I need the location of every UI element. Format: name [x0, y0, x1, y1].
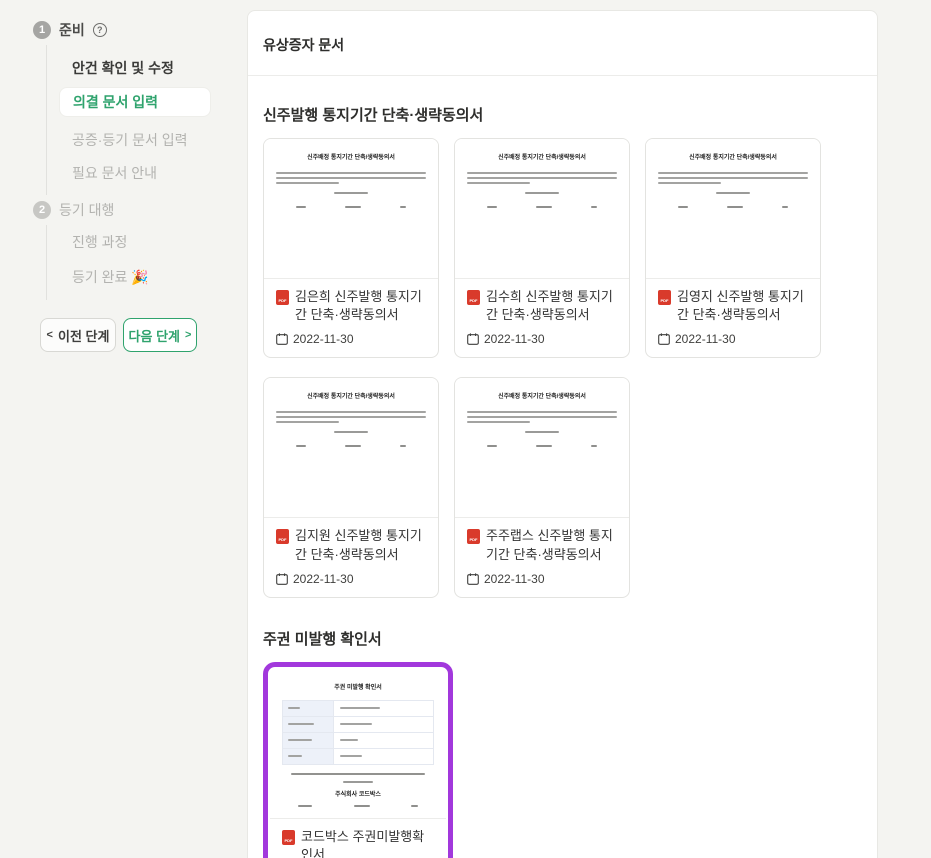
document-card-highlighted[interactable]: 주권 미발행 확인서 주식회사 코드박스 PDF 코드박스	[270, 669, 446, 858]
document-title: 주주랩스 신주발행 통지기간 단축·생략동의서	[486, 527, 617, 563]
step-2-header: 2 등기 대행	[33, 200, 114, 220]
preview-title: 신주배정 통지기간 단축/생략동의서	[276, 391, 426, 400]
step-2-label: 등기 대행	[59, 200, 114, 220]
document-preview: 신주배정 통지기간 단축/생략동의서	[455, 378, 629, 518]
page-title: 유상증자 문서	[263, 35, 862, 55]
document-card[interactable]: 신주배정 통지기간 단축/생략동의서 PDF 주주랩스 신주발행 통지기간 단축…	[454, 377, 630, 597]
chevron-right-icon: >	[185, 329, 191, 341]
calendar-icon	[276, 333, 288, 345]
card-footer: PDF 김지원 신주발행 통지기간 단축·생략동의서 2022-11-30	[264, 518, 438, 596]
calendar-icon	[467, 573, 479, 585]
preview-title: 신주배정 통지기간 단축/생략동의서	[467, 391, 617, 400]
highlighted-card-outline: 주권 미발행 확인서 주식회사 코드박스 PDF 코드박스	[263, 662, 453, 858]
sidebar-item-registration-complete[interactable]: 등기 완료 🎉	[72, 267, 149, 287]
card-footer: PDF 김은희 신주발행 통지기간 단축·생략동의서 2022-11-30	[264, 279, 438, 357]
card-footer: PDF 김영지 신주발행 통지기간 단축·생략동의서 2022-11-30	[646, 279, 820, 357]
step-connector-line	[46, 45, 47, 195]
sidebar-item-notary-docs[interactable]: 공증·등기 문서 입력	[72, 130, 187, 150]
step-1-number-badge: 1	[33, 21, 51, 39]
next-step-button[interactable]: 다음 단계 >	[123, 318, 197, 352]
panel-header: 유상증자 문서	[248, 11, 877, 76]
document-card[interactable]: 신주배정 통지기간 단축/생략동의서 PDF 김영지 신주발행 통지기간 단축·…	[645, 138, 821, 358]
document-date: 2022-11-30	[293, 332, 354, 346]
pdf-file-icon: PDF	[467, 290, 480, 305]
document-title: 김수희 신주발행 통지기간 단축·생략동의서	[486, 288, 617, 324]
section-heading-consent-docs: 신주발행 통지기간 단축·생략동의서	[263, 104, 862, 125]
calendar-icon	[276, 573, 288, 585]
document-title: 김은희 신주발행 통지기간 단축·생략동의서	[295, 288, 426, 324]
sidebar-item-label: 의결 문서 입력	[73, 92, 158, 112]
sidebar: 1 준비 ? 안건 확인 및 수정 의결 문서 입력 공증·등기 문서 입력 필…	[0, 0, 240, 858]
document-title: 김영지 신주발행 통지기간 단축·생략동의서	[677, 288, 808, 324]
preview-title: 신주배정 통지기간 단축/생략동의서	[658, 152, 808, 161]
document-date: 2022-11-30	[293, 572, 354, 586]
preview-title: 신주배정 통지기간 단축/생략동의서	[467, 152, 617, 161]
previous-step-label: 이전 단계	[58, 326, 109, 345]
section-heading-no-share-certificate: 주권 미발행 확인서	[263, 628, 862, 649]
sidebar-item-progress[interactable]: 진행 과정	[72, 232, 127, 252]
step-2-number-badge: 2	[33, 201, 51, 219]
document-date: 2022-11-30	[484, 572, 545, 586]
document-title: 김지원 신주발행 통지기간 단축·생략동의서	[295, 527, 426, 563]
help-icon[interactable]: ?	[93, 23, 107, 37]
card-footer: PDF 김수희 신주발행 통지기간 단축·생략동의서 2022-11-30	[455, 279, 629, 357]
next-step-label: 다음 단계	[129, 326, 180, 345]
pdf-file-icon: PDF	[658, 290, 671, 305]
step-1-header: 1 준비 ?	[33, 20, 107, 40]
main-panel: 유상증자 문서 신주발행 통지기간 단축·생략동의서 신주배정 통지기간 단축/…	[247, 10, 878, 858]
step-connector-line	[46, 225, 47, 300]
calendar-icon	[467, 333, 479, 345]
document-card[interactable]: 신주배정 통지기간 단축/생략동의서 PDF 김수희 신주발행 통지기간 단축·…	[454, 138, 630, 358]
document-date: 2022-11-30	[675, 332, 736, 346]
document-preview: 신주배정 통지기간 단축/생략동의서	[264, 378, 438, 518]
document-date: 2022-11-30	[484, 332, 545, 346]
step-1-label: 준비	[59, 20, 85, 40]
chevron-left-icon: <	[47, 329, 53, 341]
document-preview: 주권 미발행 확인서 주식회사 코드박스	[270, 669, 446, 819]
previous-step-button[interactable]: < 이전 단계	[40, 318, 116, 352]
pdf-file-icon: PDF	[276, 290, 289, 305]
document-title: 코드박스 주권미발행확인서	[301, 828, 434, 858]
card-footer: PDF 코드박스 주권미발행확인서 2022-12-02	[270, 819, 446, 858]
sidebar-item-agenda-check[interactable]: 안건 확인 및 수정	[72, 58, 174, 78]
preview-title: 주권 미발행 확인서	[282, 682, 434, 691]
document-preview: 신주배정 통지기간 단축/생략동의서	[646, 139, 820, 279]
pdf-file-icon: PDF	[467, 529, 480, 544]
document-card[interactable]: 신주배정 통지기간 단축/생략동의서 PDF 김은희 신주발행 통지기간 단축·…	[263, 138, 439, 358]
preview-table	[282, 700, 434, 765]
sidebar-item-required-docs[interactable]: 필요 문서 안내	[72, 163, 157, 183]
preview-company-name: 주식회사 코드박스	[282, 789, 434, 798]
pdf-file-icon: PDF	[276, 529, 289, 544]
panel-body: 신주발행 통지기간 단축·생략동의서 신주배정 통지기간 단축/생략동의서 PD…	[248, 104, 877, 858]
preview-title: 신주배정 통지기간 단축/생략동의서	[276, 152, 426, 161]
document-preview: 신주배정 통지기간 단축/생략동의서	[455, 139, 629, 279]
calendar-icon	[658, 333, 670, 345]
document-grid: 신주배정 통지기간 단축/생략동의서 PDF 김은희 신주발행 통지기간 단축·…	[263, 138, 862, 598]
document-preview: 신주배정 통지기간 단축/생략동의서	[264, 139, 438, 279]
card-footer: PDF 주주랩스 신주발행 통지기간 단축·생략동의서 2022-11-30	[455, 518, 629, 596]
document-card[interactable]: 신주배정 통지기간 단축/생략동의서 PDF 김지원 신주발행 통지기간 단축·…	[263, 377, 439, 597]
pdf-file-icon: PDF	[282, 830, 295, 845]
sidebar-item-resolution-docs-active[interactable]: 의결 문서 입력	[59, 87, 211, 117]
